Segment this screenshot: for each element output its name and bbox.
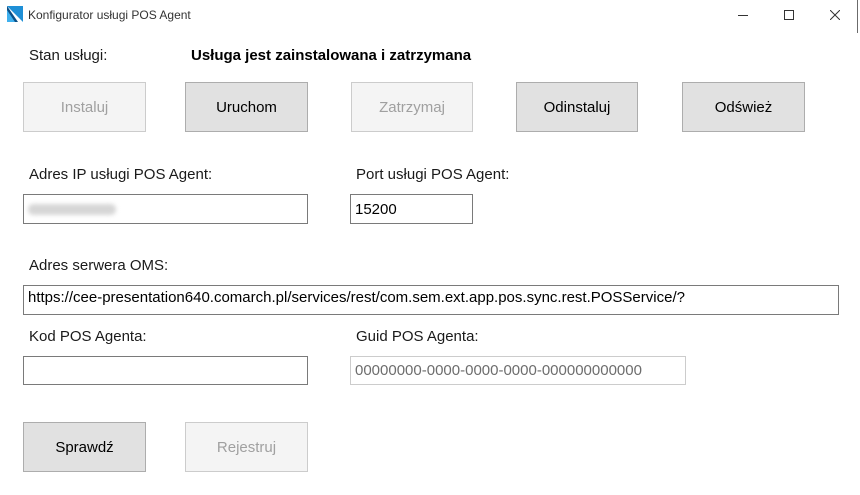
close-button[interactable] [812,0,858,30]
start-button[interactable]: Uruchom [185,82,308,132]
stop-button[interactable]: Zatrzymaj [351,82,473,132]
code-label: Kod POS Agenta: [29,328,147,345]
minimize-icon [738,10,748,20]
oms-label: Adres serwera OMS: [29,257,169,274]
minimize-button[interactable] [720,0,766,30]
agent-guid-field[interactable]: 00000000-0000-0000-0000-000000000000 [350,356,686,385]
maximize-button[interactable] [766,0,812,30]
oms-server-field[interactable]: https://cee-presentation640.comarch.pl/s… [23,285,839,315]
status-value: Usługa jest zainstalowana i zatrzymana [191,47,472,64]
window-title: Konfigurator usługi POS Agent [28,8,191,22]
register-button[interactable]: Rejestruj [185,422,308,472]
install-button[interactable]: Instaluj [23,82,146,132]
app-logo-icon [7,6,23,22]
port-label: Port usługi POS Agent: [356,166,510,183]
guid-label: Guid POS Agenta: [356,328,479,345]
ip-address-field[interactable] [23,194,308,224]
title-bar[interactable]: Konfigurator usługi POS Agent [0,0,855,30]
port-field[interactable]: 15200 [350,194,473,224]
check-button[interactable]: Sprawdź [23,422,146,472]
uninstall-button[interactable]: Odinstaluj [516,82,638,132]
refresh-button[interactable]: Odśwież [682,82,805,132]
close-icon [830,10,840,20]
maximize-icon [784,10,794,20]
status-label: Stan usługi: [29,47,108,64]
agent-code-field[interactable] [23,356,308,385]
configurator-window: Konfigurator usługi POS Agent Stan usług… [0,0,860,495]
redacted-ip-value [28,203,116,215]
ip-label: Adres IP usługi POS Agent: [29,166,213,183]
